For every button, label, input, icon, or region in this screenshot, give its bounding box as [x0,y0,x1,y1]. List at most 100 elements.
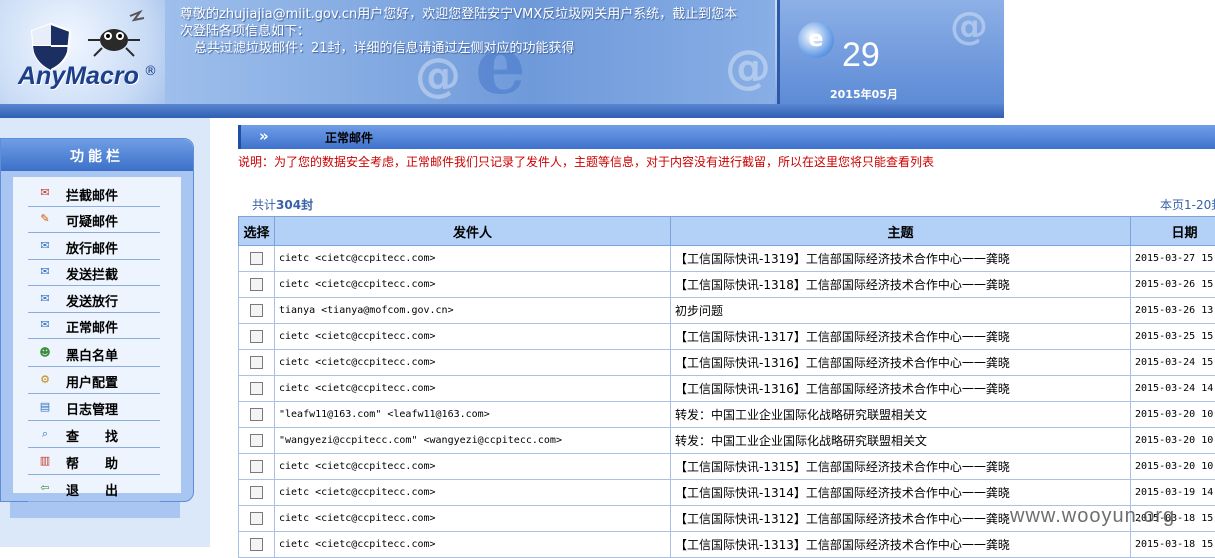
ie-icon: e [798,22,834,58]
subject-cell[interactable]: 转发：中国工业企业国际化战略研究联盟相关文 [671,428,1131,454]
date-cell: 2015-03-26 15: [1131,272,1215,298]
subject-cell[interactable]: 【工信国际快讯-1314】工信部国际经济技术合作中心一一龚晓 [671,480,1131,506]
sender-cell: cietc <cietc@ccpitecc.com> [275,454,671,480]
subject-cell[interactable]: 【工信国际快讯-1318】工信部国际经济技术合作中心一一龚晓 [671,272,1131,298]
table-row: tianya <tianya@mofcom.gov.cn>初步问题2015-03… [239,298,1215,324]
date-cell: 2015-03-24 14: [1131,376,1215,402]
section-title: 正常邮件 [325,129,373,146]
sidebar-item[interactable]: ✉发送拦截 [28,259,160,286]
search-icon: ⌕ [38,427,52,440]
select-cell [239,402,275,428]
row-checkbox[interactable] [250,252,263,265]
date-cell: 2015-03-20 10: [1131,428,1215,454]
row-checkbox[interactable] [250,356,263,369]
sidebar-item-label: 退 出 [66,480,118,499]
subject-cell[interactable]: 【工信国际快讯-1315】工信部国际经济技术合作中心一一龚晓 [671,454,1131,480]
section-title-bar: » 正常邮件 [238,125,1215,149]
select-cell [239,506,275,532]
sender-cell: cietc <cietc@ccpitecc.com> [275,532,671,558]
sidebar-item[interactable]: ☻黑白名单 [28,340,160,367]
sidebar-item[interactable]: ✉拦截邮件 [28,180,160,207]
sidebar-item-label: 用户配置 [66,372,118,391]
logo-area: AnyMacro ® [0,0,165,104]
row-checkbox[interactable] [250,486,263,499]
welcome-summary: 总共过滤垃圾邮件：21封，详细的信息请通过左侧对应的功能获得 [180,40,770,57]
gear-icon: ⚙ [38,373,52,386]
sidebar-item[interactable]: ▥帮 助 [28,448,160,475]
registered-mark: ® [144,64,157,79]
row-checkbox[interactable] [250,408,263,421]
subject-cell[interactable]: 初步问题 [671,298,1131,324]
date-cell: 2015-03-20 10: [1131,402,1215,428]
total-prefix: 共计 [252,198,276,212]
sender-cell: cietc <cietc@ccpitecc.com> [275,506,671,532]
row-checkbox[interactable] [250,460,263,473]
select-cell [239,324,275,350]
send-pass-icon: ✉ [38,292,52,305]
select-cell [239,246,275,272]
subject-cell[interactable]: 【工信国际快讯-1316】工信部国际经济技术合作中心一一龚晓 [671,350,1131,376]
select-cell [239,376,275,402]
select-cell [239,454,275,480]
sender-cell: cietc <cietc@ccpitecc.com> [275,324,671,350]
user-list-icon: ☻ [38,346,52,359]
row-checkbox[interactable] [250,538,263,551]
date-cell: 2015-03-25 15: [1131,324,1215,350]
banner-stripe [0,104,1004,118]
sidebar-item[interactable]: ✉发送放行 [28,286,160,313]
column-header-sender[interactable]: 发件人 [275,217,671,246]
sidebar-item[interactable]: ▤日志管理 [28,394,160,421]
sidebar-item-label: 发送拦截 [66,264,118,283]
exit-arrow-icon: ⇦ [38,481,52,494]
sidebar-item[interactable]: ⚙ 用户配置 [28,367,160,394]
table-row: cietc <cietc@ccpitecc.com>【工信国际快讯-1316】工… [239,376,1215,402]
sidebar-item[interactable]: ✎ 可疑邮件 [28,206,160,233]
column-header-date[interactable]: 日期 [1131,217,1215,246]
sender-cell: cietc <cietc@ccpitecc.com> [275,246,671,272]
sidebar-item-label: 放行邮件 [66,238,118,257]
sidebar-footer [10,502,180,518]
sender-cell: cietc <cietc@ccpitecc.com> [275,272,671,298]
select-cell [239,350,275,376]
date-cell: 2015-03-20 10: [1131,454,1215,480]
row-checkbox[interactable] [250,382,263,395]
sidebar-title: 功能栏 [1,139,193,171]
subject-cell[interactable]: 转发：中国工业企业国际化战略研究联盟相关文 [671,402,1131,428]
date-cell: 2015-03-24 15: [1131,350,1215,376]
date-cell: 2015-03-26 13: [1131,298,1215,324]
row-checkbox[interactable] [250,434,263,447]
sidebar-item[interactable]: ⇦ 退 出 [28,475,160,502]
double-chevron-icon: » [259,127,269,145]
row-checkbox[interactable] [250,512,263,525]
subject-cell[interactable]: 【工信国际快讯-1319】工信部国际经济技术合作中心一一龚晓 [671,246,1131,272]
sender-cell: "leafw11@163.com" <leafw11@163.com> [275,402,671,428]
notice-text: 说明：为了您的数据安全考虑，正常邮件我们只记录了发件人，主题等信息，对于内容没有… [238,153,934,170]
sidebar-item-label: 可疑邮件 [66,211,118,230]
mail-suspect-icon: ✎ [38,212,52,225]
subject-cell[interactable]: 【工信国际快讯-1313】工信部国际经济技术合作中心一一龚晓 [671,532,1131,558]
sidebar-item[interactable]: ✉ 放行邮件 [28,233,160,260]
total-count: 共计304封 [252,196,313,213]
welcome-line: 次登陆各项信息如下： [180,23,770,40]
select-cell [239,428,275,454]
subject-cell[interactable]: 【工信国际快讯-1316】工信部国际经济技术合作中心一一龚晓 [671,376,1131,402]
sender-cell: cietc <cietc@ccpitecc.com> [275,376,671,402]
at-sign-decoration-icon: @ [950,4,988,48]
row-checkbox[interactable] [250,304,263,317]
mail-block-icon: ✉ [38,186,52,199]
table-row: "wangyezi@ccpitecc.com" <wangyezi@ccpite… [239,428,1215,454]
sidebar-item[interactable]: ✉正常邮件 [28,312,160,339]
page-range: 本页1-20封 [1160,196,1215,213]
row-checkbox[interactable] [250,330,263,343]
mail-normal-icon: ✉ [38,318,52,331]
sidebar-item-label: 日志管理 [66,399,118,418]
date-month: 2015年05月 [830,86,898,102]
select-cell [239,272,275,298]
sidebar-item[interactable]: ⌕查 找 [28,421,160,448]
row-checkbox[interactable] [250,278,263,291]
column-header-subject[interactable]: 主题 [671,217,1131,246]
subject-cell[interactable]: 【工信国际快讯-1317】工信部国际经济技术合作中心一一龚晓 [671,324,1131,350]
sidebar-item-label: 帮 助 [66,453,118,472]
table-row: cietc <cietc@ccpitecc.com>【工信国际快讯-1315】工… [239,454,1215,480]
mail-pass-icon: ✉ [38,239,52,252]
